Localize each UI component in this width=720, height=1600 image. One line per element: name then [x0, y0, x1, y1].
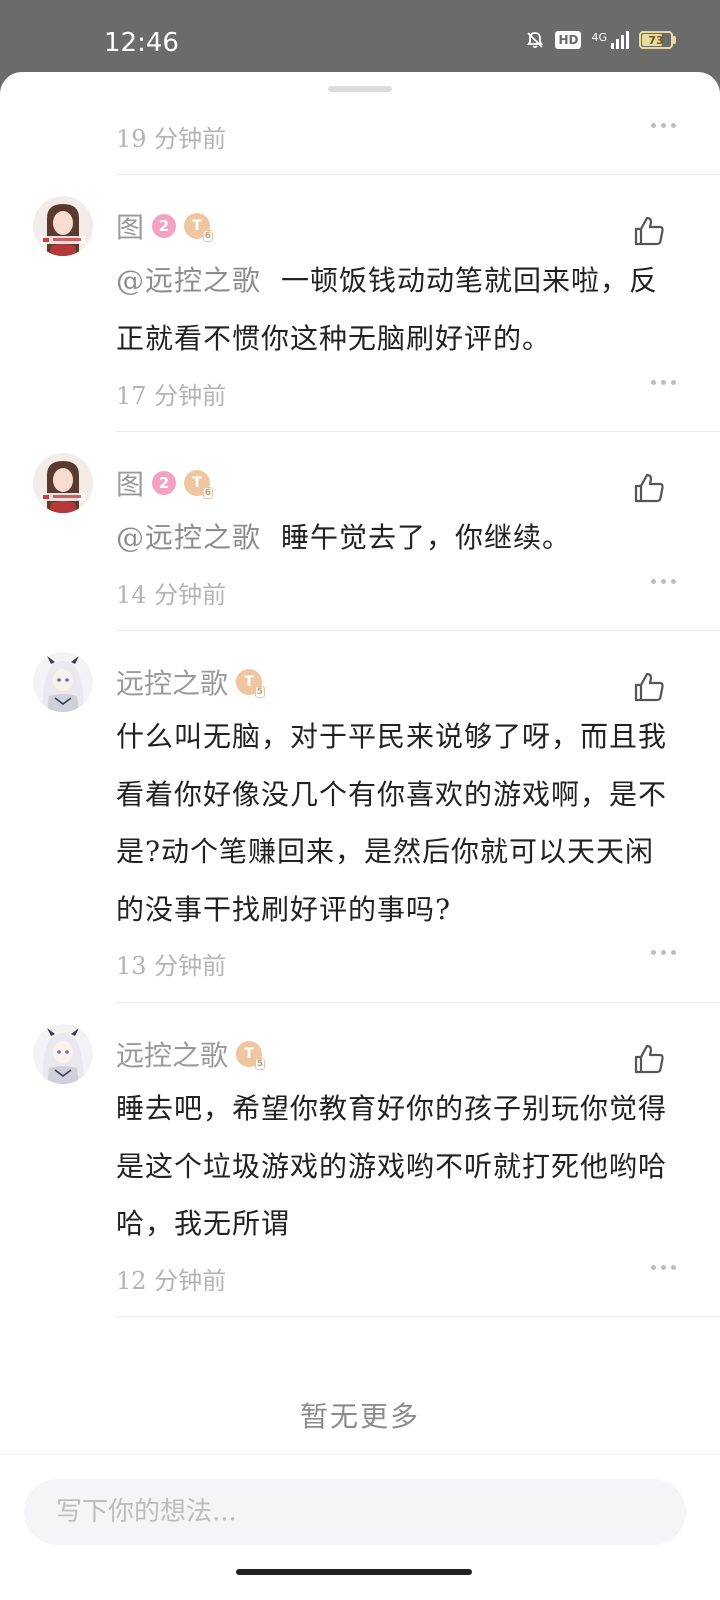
tier-badge: T6 — [184, 470, 214, 499]
tier-badge-label: T — [192, 218, 202, 234]
home-indicator[interactable] — [236, 1569, 472, 1575]
comment-text: @远控之歌 一顿饭钱动动笔就回来啦，反正就看不惯你这种无脑刷好评的。 — [116, 252, 676, 367]
divider — [116, 1002, 720, 1003]
avatar[interactable] — [33, 652, 93, 712]
comment-time-row: 12 分钟前 — [116, 1257, 676, 1297]
level-badge: 2 — [152, 471, 177, 495]
comment-time-row: 14 分钟前 — [116, 571, 676, 611]
status-time: 12:46 — [104, 28, 179, 58]
tier-badge-label: T — [192, 475, 202, 491]
like-icon[interactable] — [632, 471, 666, 505]
username[interactable]: 远控之歌 — [116, 662, 228, 702]
comment-text: @远控之歌 睡午觉去了，你继续。 — [116, 509, 676, 567]
tier-badge-number: 6 — [202, 230, 214, 242]
comment-content: 睡午觉去了，你继续。 — [281, 521, 572, 554]
comment-header: 图 2 T6 — [116, 463, 214, 503]
comment-time-row: 19 分钟前 — [116, 115, 676, 155]
status-bar: 12:46 HD 4G 73 — [0, 0, 720, 72]
divider — [116, 630, 720, 631]
avatar[interactable] — [33, 453, 93, 513]
tier-badge-number: 5 — [254, 686, 266, 698]
comment-input[interactable] — [24, 1479, 686, 1545]
mention-link[interactable]: @远控之歌 — [116, 521, 261, 554]
hd-badge: HD — [555, 31, 582, 49]
more-options-icon[interactable] — [651, 123, 676, 128]
comment-time: 12 分钟前 — [116, 1267, 227, 1295]
tier-badge: T5 — [236, 1041, 266, 1070]
comment-text: 什么叫无脑，对于平民来说够了呀，而且我看着你好像没几个有你喜欢的游戏啊，是不是?… — [116, 708, 676, 938]
like-icon[interactable] — [632, 214, 666, 248]
avatar[interactable] — [33, 196, 93, 256]
comment-input-bar — [0, 1454, 720, 1600]
divider — [116, 431, 720, 432]
comment-sheet: 19 分钟前 图 2 T6 @远控之歌一顿饭钱动动笔就回来啦，反正就看不惯你这 — [0, 72, 720, 1600]
comment-header: 远控之歌 T5 — [116, 662, 266, 702]
like-icon[interactable] — [632, 1042, 666, 1076]
comment-header: 远控之歌 T5 — [116, 1034, 266, 1074]
comment-time: 13 分钟前 — [116, 952, 227, 980]
battery-level: 73 — [648, 33, 664, 47]
no-more-label: 暂无更多 — [299, 1400, 420, 1433]
mention-link[interactable]: @远控之歌 — [116, 264, 261, 297]
tier-badge: T6 — [184, 213, 214, 242]
tier-badge-number: 6 — [202, 487, 214, 499]
mute-bell-icon — [527, 32, 544, 48]
tier-badge-label: T — [244, 674, 254, 690]
username[interactable]: 远控之歌 — [116, 1034, 228, 1074]
comment-text: 睡去吧，希望你教育好你的孩子别玩你觉得是这个垃圾游戏的游戏哟不听就打死他哟哈哈，… — [116, 1080, 676, 1253]
status-icons: HD 4G 73 — [525, 30, 676, 50]
more-options-icon[interactable] — [651, 1265, 676, 1270]
signal-icon: 4G — [591, 31, 629, 49]
comment-header: 图 2 T6 — [116, 206, 214, 246]
tier-badge-number: 5 — [254, 1058, 266, 1070]
more-options-icon[interactable] — [651, 579, 676, 584]
comment-content: 什么叫无脑，对于平民来说够了呀，而且我看着你好像没几个有你喜欢的游戏啊，是不是?… — [116, 720, 668, 926]
more-options-icon[interactable] — [651, 950, 676, 955]
tier-badge: T5 — [236, 669, 266, 698]
comment-time-row: 13 分钟前 — [116, 942, 676, 982]
battery-icon: 73 — [639, 31, 676, 49]
like-icon[interactable] — [632, 670, 666, 704]
network-type: 4G — [591, 31, 607, 44]
divider — [116, 174, 720, 175]
comment-content: 睡去吧，希望你教育好你的孩子别玩你觉得是这个垃圾游戏的游戏哟不听就打死他哟哈哈，… — [116, 1092, 668, 1241]
comment-time: 19 分钟前 — [116, 125, 227, 153]
username[interactable]: 图 — [116, 463, 144, 503]
username[interactable]: 图 — [116, 206, 144, 246]
comment-time: 17 分钟前 — [116, 382, 227, 410]
comment-time: 14 分钟前 — [116, 581, 227, 609]
avatar[interactable] — [33, 1024, 93, 1084]
level-badge: 2 — [152, 214, 177, 238]
tier-badge-label: T — [244, 1046, 254, 1062]
divider — [116, 1316, 720, 1317]
comment-time-row: 17 分钟前 — [116, 372, 676, 412]
more-options-icon[interactable] — [651, 380, 676, 385]
drag-handle[interactable] — [328, 86, 392, 92]
